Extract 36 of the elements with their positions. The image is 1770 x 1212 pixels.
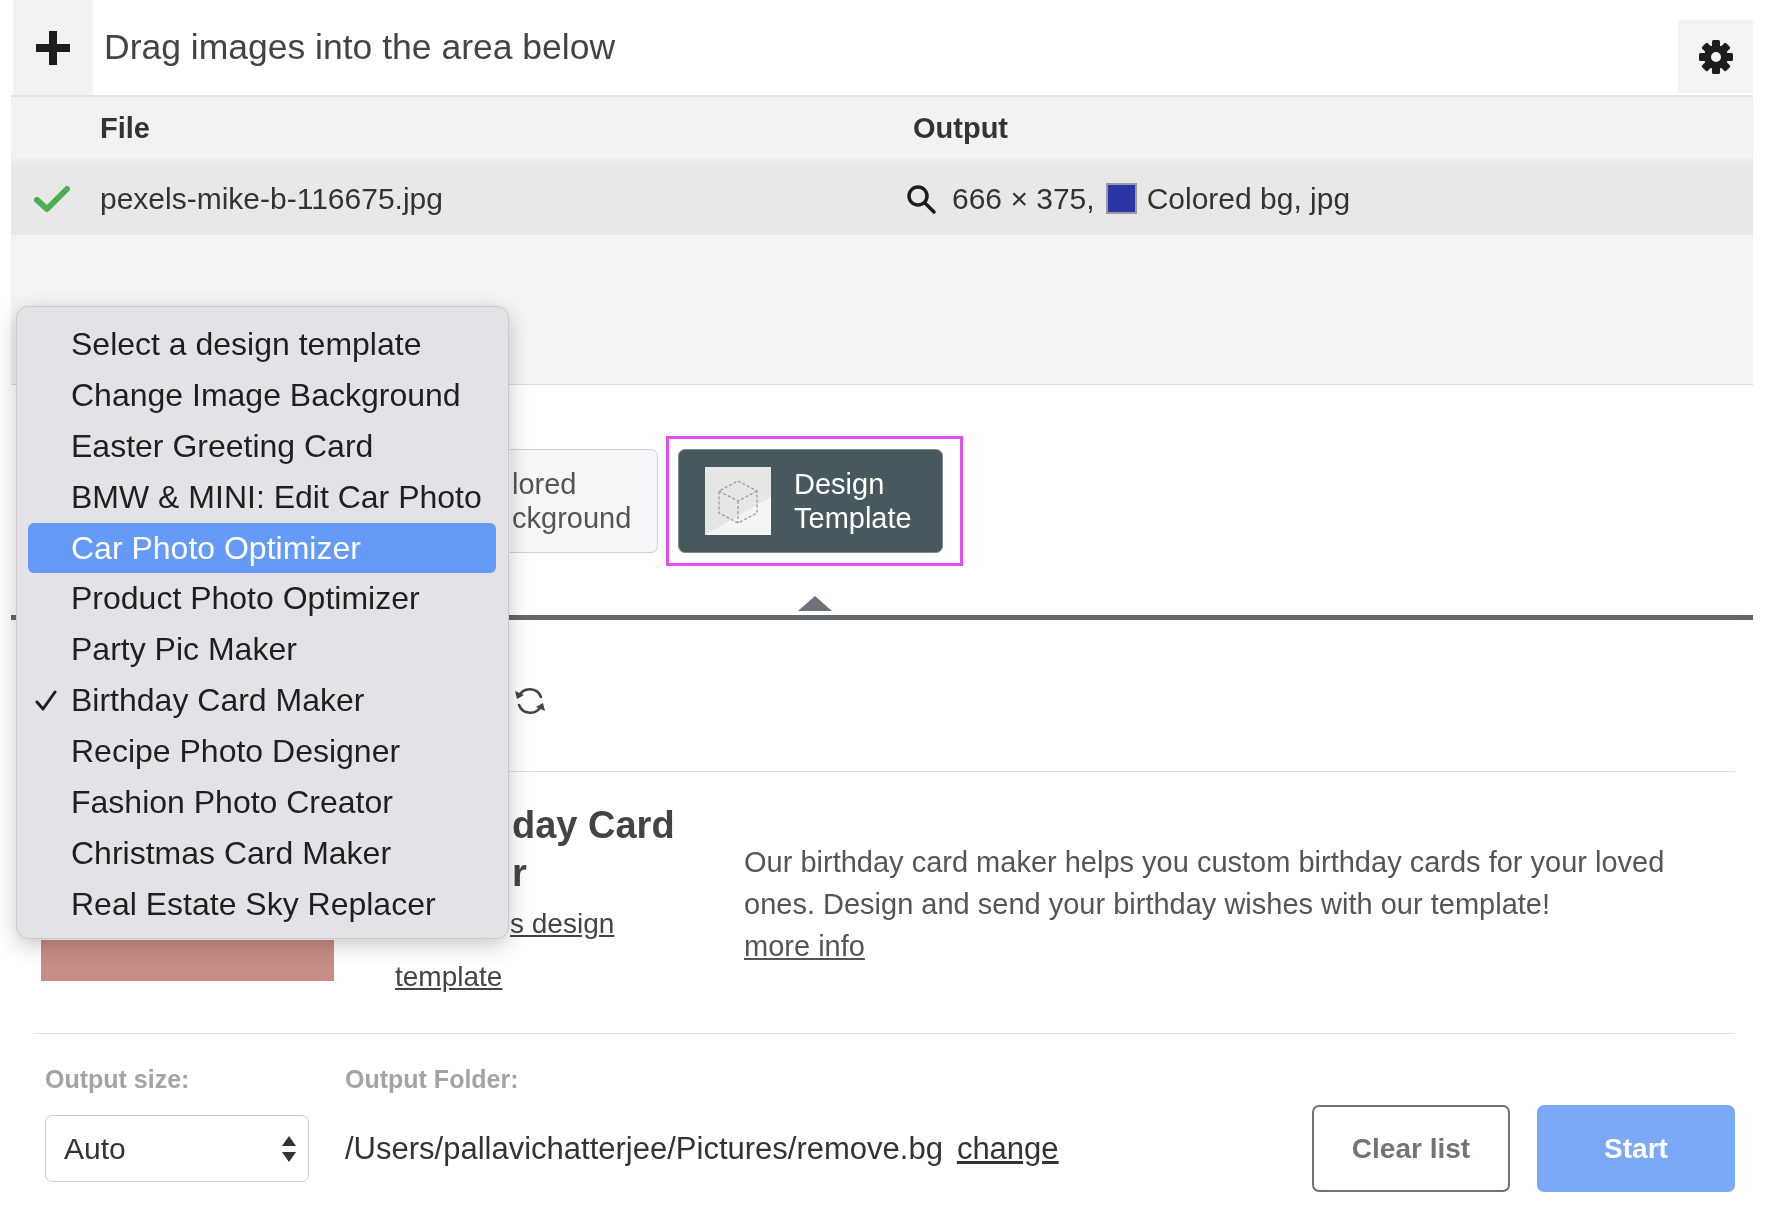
file-row[interactable]: pexels-mike-b-116675.jpg 666 × 375, Colored bg, jpg	[11, 162, 1753, 235]
output-size-select[interactable]: Auto	[45, 1115, 309, 1182]
menu-item[interactable]: Recipe Photo Designer	[28, 726, 496, 777]
clear-list-button[interactable]: Clear list	[1312, 1105, 1510, 1192]
plus-icon	[36, 30, 70, 65]
menu-item[interactable]: Birthday Card Maker	[28, 675, 496, 727]
card-title: day Card r	[512, 803, 675, 896]
colored-background-button[interactable]: lored ckground	[510, 449, 658, 553]
triangle-icon	[797, 596, 832, 611]
change-link[interactable]: change	[956, 1130, 1059, 1167]
drop-hint: Drag images into the area below	[104, 27, 616, 68]
output-folder-label: Output Folder:	[345, 1064, 519, 1094]
column-header: Output	[913, 111, 1009, 145]
output-size-label: Output size:	[45, 1064, 190, 1094]
updown-arrows-icon	[282, 1135, 296, 1162]
menu-item[interactable]: Change Image Background	[28, 369, 496, 421]
cube-icon	[705, 467, 771, 535]
menu-item[interactable]: Party Pic Maker	[28, 624, 496, 676]
menu-item[interactable]: Easter Greeting Card	[28, 420, 496, 472]
output-dimensions: 666 × 375,	[952, 181, 1095, 216]
add-button[interactable]	[13, 0, 93, 95]
file-name: pexels-mike-b-116675.jpg	[100, 181, 444, 216]
column-header: File	[100, 111, 151, 145]
magnifier-icon[interactable]	[906, 183, 936, 214]
menu-item[interactable]: Christmas Card Maker	[28, 827, 496, 879]
menu-item[interactable]: BMW & MINI: Edit Car Photo	[28, 471, 496, 523]
menu-item[interactable]: Product Photo Optimizer	[28, 573, 496, 625]
menu-item[interactable]: Real Estate Sky Replacer	[28, 878, 496, 930]
settings-button[interactable]	[1678, 20, 1753, 93]
design-template-button[interactable]: Design Template	[678, 449, 943, 553]
more-info-link[interactable]: more info	[744, 930, 865, 962]
output-format: Colored bg, jpg	[1146, 181, 1351, 216]
template-description: Our birthday card maker helps you custom birthday cards for your loved ones. Design and send your birthday wishes with our template!	[744, 845, 1666, 922]
menu-item[interactable]: Select a design template	[28, 319, 496, 370]
output-folder-path: /Users/pallavichatterjee/Pictures/remove.bg	[345, 1130, 943, 1167]
menu-item[interactable]: Fashion Photo Creator	[28, 777, 496, 828]
